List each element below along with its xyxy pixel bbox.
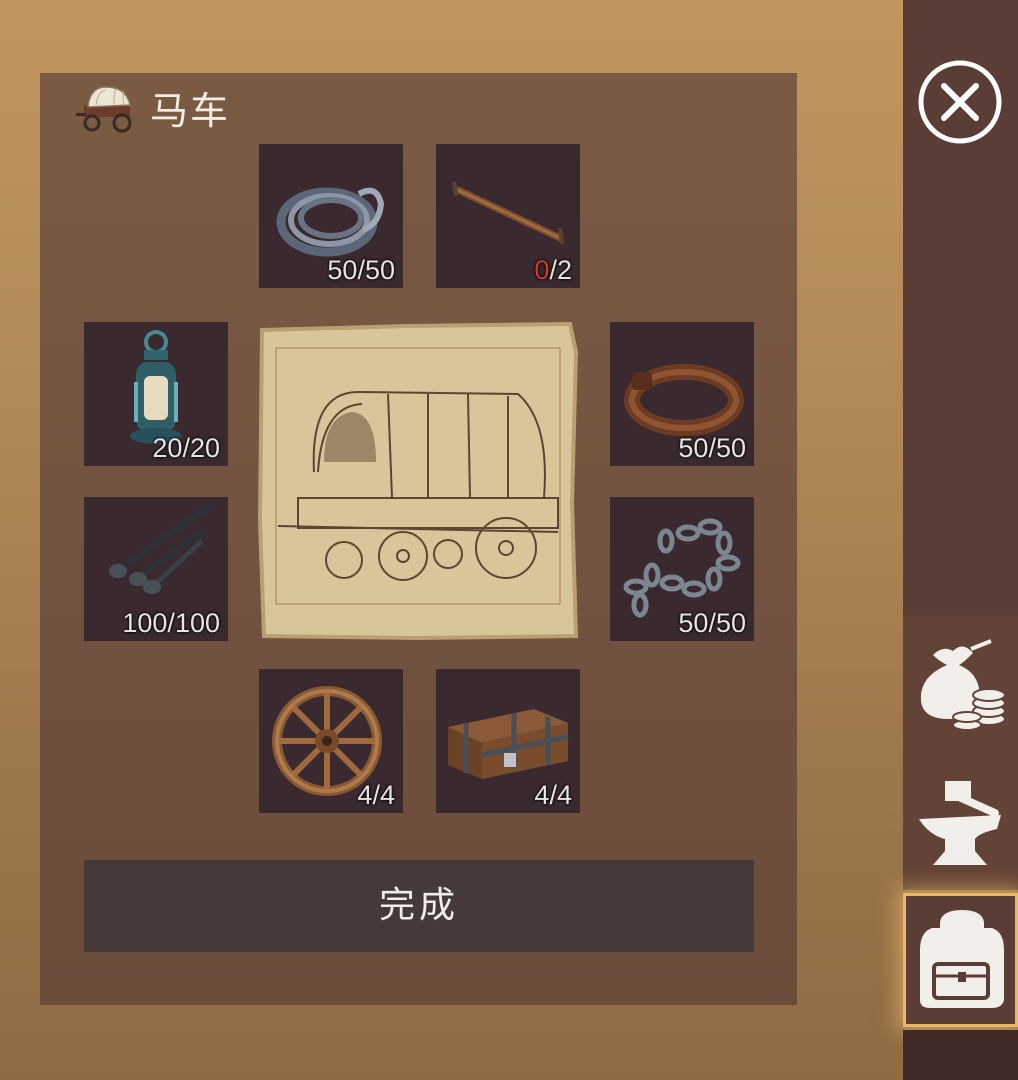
tab-backpack[interactable] — [903, 893, 1018, 1027]
ingredient-slot-lantern[interactable]: 20/20 — [84, 322, 228, 466]
ingredient-count: 100/100 — [122, 608, 220, 638]
backpack-icon — [920, 910, 1004, 1008]
ingredient-slot-nails[interactable]: 100/100 — [84, 497, 228, 641]
ingredient-count: 4/4 — [357, 780, 395, 810]
wagon-blueprint-image — [258, 322, 578, 640]
ingredient-slot-chain[interactable]: 50/50 — [610, 497, 754, 641]
tab-trade[interactable] — [903, 615, 1018, 755]
ingredient-count: 4/4 — [534, 780, 572, 810]
ingredient-count: 20/20 — [152, 433, 220, 463]
recipe-title: 马车 — [150, 89, 231, 133]
ingredient-slot-leather[interactable]: 50/50 — [610, 322, 754, 466]
ingredient-count: 50/50 — [678, 433, 746, 463]
ingredient-count: 50/50 — [678, 608, 746, 638]
ingredient-count: 0/2 — [534, 255, 572, 285]
sidebar-footer — [903, 1030, 1018, 1080]
money-bag-coins-icon — [920, 639, 1006, 731]
ingredient-slot-rod[interactable]: 0/2 — [436, 144, 580, 288]
recipe-header: 马车 — [76, 80, 230, 135]
tab-craft[interactable] — [903, 755, 1018, 890]
ingredient-slot-rope[interactable]: 50/50 — [259, 144, 403, 288]
covered-wagon-icon — [76, 85, 132, 132]
ingredient-count: 50/50 — [327, 255, 395, 285]
ingredient-slot-chest[interactable]: 4/4 — [436, 669, 580, 813]
close-icon[interactable] — [916, 58, 1004, 146]
done-button[interactable]: 完成 — [84, 860, 754, 952]
anvil-hammer-icon — [919, 781, 1001, 865]
ingredient-slot-wheel[interactable]: 4/4 — [259, 669, 403, 813]
